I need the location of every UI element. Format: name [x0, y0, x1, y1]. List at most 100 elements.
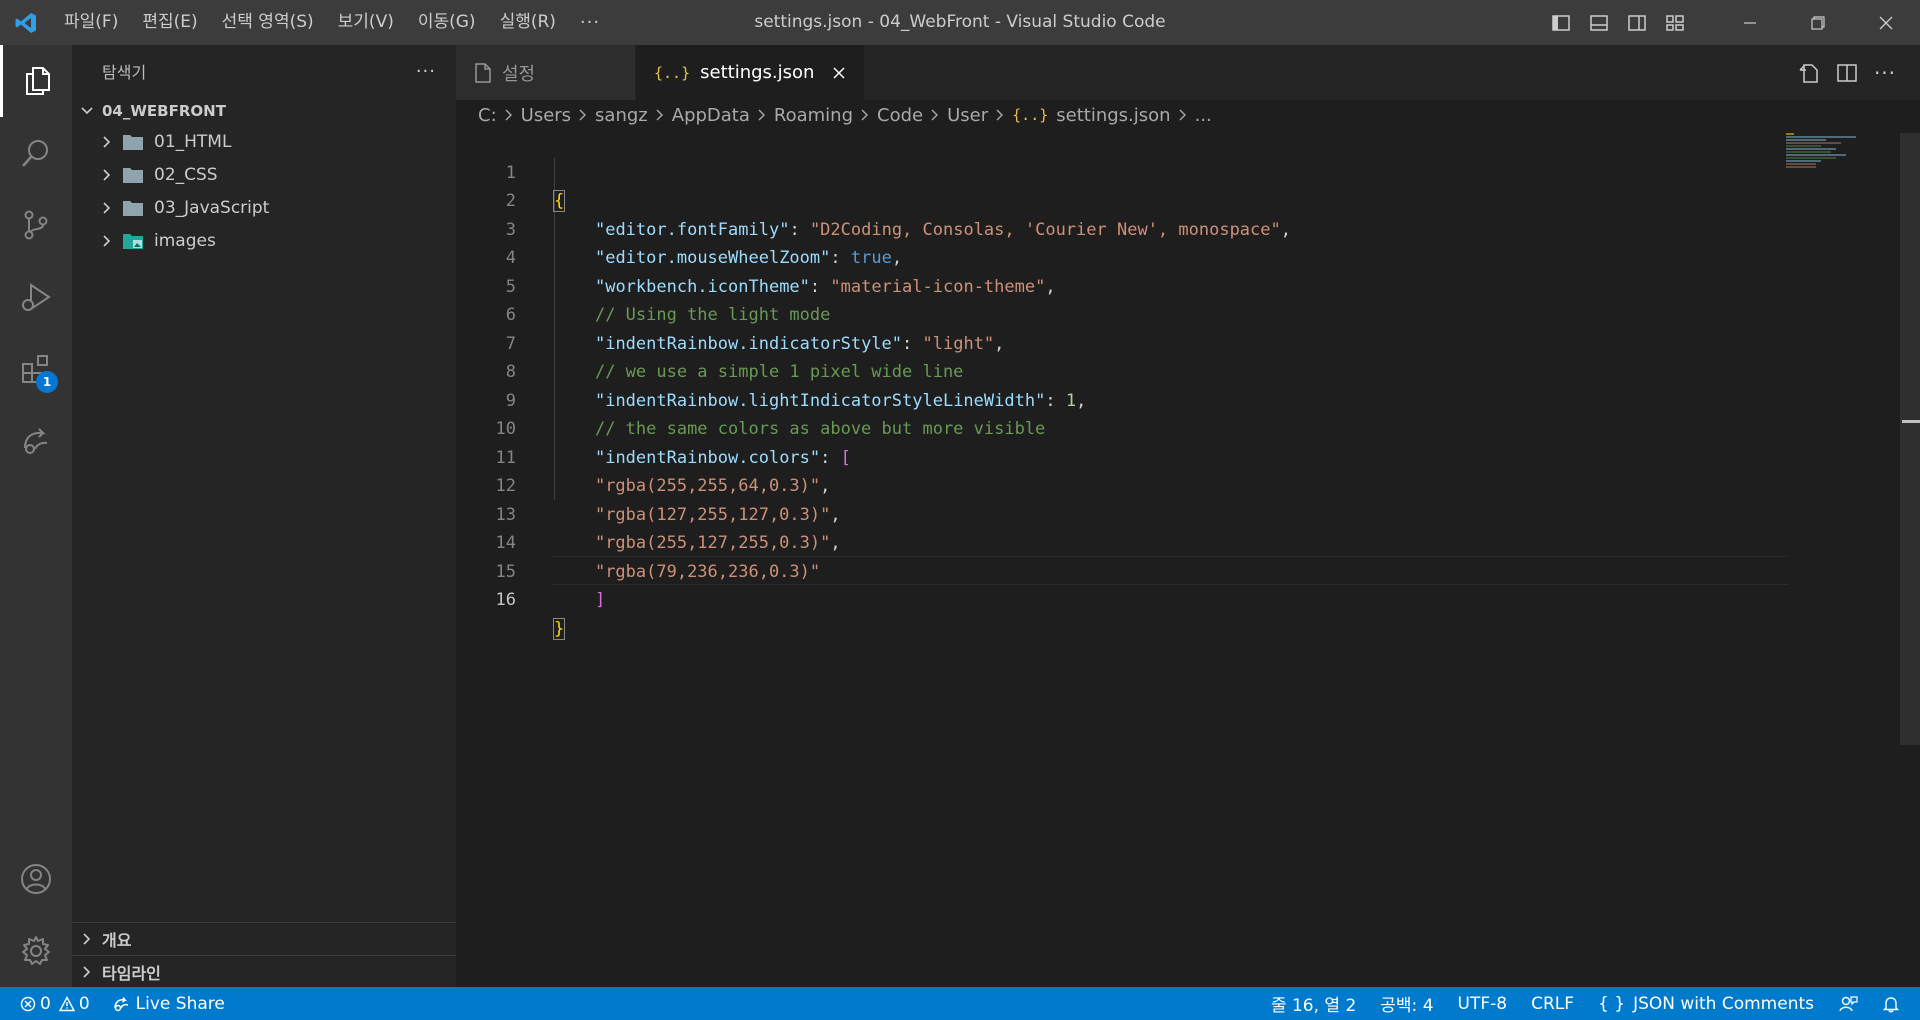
more-actions-icon[interactable]: ··· — [1866, 61, 1904, 85]
accounts-icon[interactable] — [0, 843, 72, 915]
chevron-right-icon — [994, 109, 1006, 121]
vertical-scrollbar[interactable] — [1900, 133, 1920, 745]
code-line: 4 "workbench.iconTheme": "material-icon-… — [456, 216, 1896, 297]
code-line: 10 "indentRainbow.colors": [ — [456, 387, 1896, 468]
tree-item-label: 02_CSS — [154, 164, 218, 185]
run-debug-icon[interactable] — [0, 261, 72, 333]
timeline-section[interactable]: 타임라인 — [72, 955, 456, 988]
code-line: 14 "rgba(79,236,236,0.3)" — [456, 501, 1896, 582]
line-number: 16 — [495, 590, 516, 610]
customize-layout-icon[interactable] — [1656, 0, 1694, 45]
split-editor-icon[interactable] — [1828, 62, 1866, 84]
feedback-icon[interactable] — [1838, 994, 1858, 1014]
tree-item-label: images — [154, 230, 216, 251]
workspace-root-label: 04_WEBFRONT — [102, 102, 226, 120]
menu-bar: 파일(F) 편집(E) 선택 영역(S) 보기(V) 이동(G) 실행(R) ·… — [52, 0, 612, 45]
menu-run[interactable]: 실행(R) — [488, 0, 568, 45]
tab-settings-ui[interactable]: 설정 — [456, 45, 636, 100]
code-line: 11 "rgba(255,255,64,0.3)", — [456, 415, 1896, 497]
breadcrumb-item[interactable]: User — [947, 105, 988, 126]
tree-item-label: 01_HTML — [154, 131, 232, 152]
breadcrumb-item[interactable]: ... — [1195, 105, 1212, 126]
live-share-label: Live Share — [135, 993, 225, 1014]
tab-label: settings.json — [700, 62, 815, 83]
minimap[interactable] — [1786, 133, 1876, 193]
toggle-panel-icon[interactable] — [1580, 0, 1618, 45]
chevron-right-icon — [100, 135, 122, 149]
toggle-primary-sidebar-icon[interactable] — [1542, 0, 1580, 45]
menu-go[interactable]: 이동(G) — [406, 0, 488, 45]
restore-button[interactable] — [1784, 0, 1852, 45]
search-icon[interactable] — [0, 117, 72, 189]
tree-item-01-html[interactable]: 01_HTML — [72, 125, 456, 158]
indentation[interactable]: 공백: 4 — [1380, 991, 1433, 1016]
vscode-logo-icon — [0, 0, 52, 45]
title-bar: 파일(F) 편집(E) 선택 영역(S) 보기(V) 이동(G) 실행(R) ·… — [0, 0, 1920, 45]
breadcrumb-item[interactable]: C: — [478, 105, 497, 126]
breadcrumb-item[interactable]: Roaming — [774, 105, 853, 126]
chevron-right-icon — [929, 109, 941, 121]
chevron-right-icon — [100, 201, 122, 215]
outline-label: 개요 — [102, 931, 132, 950]
breadcrumb: C: Users sangz AppData Roaming Code User… — [456, 100, 1920, 130]
json-file-icon: {..} — [1012, 106, 1049, 124]
language-label: JSON with Comments — [1633, 993, 1814, 1014]
language-mode[interactable]: { } JSON with Comments — [1598, 994, 1814, 1014]
chevron-down-icon — [80, 104, 102, 118]
breadcrumb-item[interactable]: Users — [521, 105, 571, 126]
chevron-right-icon — [859, 109, 871, 121]
menu-view[interactable]: 보기(V) — [326, 0, 406, 45]
tree-item-03-javascript[interactable]: 03_JavaScript — [72, 191, 456, 224]
error-count: 0 — [40, 993, 51, 1014]
menu-more-button[interactable]: ··· — [568, 0, 612, 45]
code-line: 2 "editor.fontFamily": "D2Coding, Consol… — [456, 159, 1896, 240]
chevron-right-icon — [80, 965, 102, 979]
code-line: 8 "indentRainbow.lightIndicatorStyleLine… — [456, 330, 1896, 411]
sidebar-more-button[interactable]: ··· — [416, 61, 436, 82]
cursor-position[interactable]: 줄 16, 열 2 — [1271, 991, 1356, 1016]
code-line: 13 "rgba(255,127,255,0.3)", — [456, 472, 1896, 554]
source-control-icon[interactable] — [0, 189, 72, 261]
tab-settings-json[interactable]: {..} settings.json — [636, 45, 866, 100]
code-line: 12 "rgba(127,255,127,0.3)", — [456, 444, 1896, 525]
toggle-secondary-sidebar-icon[interactable] — [1618, 0, 1656, 45]
tree-item-images[interactable]: images — [72, 224, 456, 257]
code-line: 5 // Using the light mode — [456, 244, 1896, 326]
close-tab-icon[interactable] — [832, 66, 846, 80]
close-window-button[interactable] — [1852, 0, 1920, 45]
open-settings-ui-icon[interactable] — [1790, 62, 1828, 84]
extensions-icon[interactable]: 1 — [0, 333, 72, 405]
code-line: 6 "indentRainbow.indicatorStyle": "light… — [456, 273, 1896, 354]
folder-icon — [122, 133, 154, 151]
breadcrumb-item[interactable]: sangz — [595, 105, 648, 126]
outline-section[interactable]: 개요 — [72, 922, 456, 955]
status-bar: 0 0 Live Share 줄 16, 열 2 공백: 4 UTF-8 CRL… — [0, 987, 1920, 1020]
problems-status[interactable]: 0 0 — [20, 994, 90, 1014]
live-share-status[interactable]: Live Share — [112, 994, 225, 1014]
chevron-right-icon — [80, 932, 102, 946]
remote-explorer-icon[interactable] — [0, 405, 72, 477]
tab-label: 설정 — [502, 63, 536, 85]
images-folder-icon — [122, 232, 154, 250]
warning-icon — [58, 995, 75, 1012]
encoding[interactable]: UTF-8 — [1458, 994, 1508, 1014]
settings-gear-icon[interactable] — [0, 915, 72, 987]
breadcrumb-file-label: settings.json — [1056, 104, 1171, 126]
breadcrumb-file[interactable]: {..} settings.json — [1012, 105, 1170, 126]
explorer-sidebar: 탐색기 ··· 04_WEBFRONT 01_HTML 02_CSS 03_Ja… — [72, 45, 456, 987]
tree-item-02-css[interactable]: 02_CSS — [72, 158, 456, 191]
menu-selection[interactable]: 선택 영역(S) — [210, 0, 326, 45]
notifications-bell-icon[interactable] — [1882, 995, 1900, 1013]
code-line: 16 } — [456, 558, 1896, 640]
breadcrumb-item[interactable]: AppData — [672, 105, 750, 126]
menu-file[interactable]: 파일(F) — [52, 0, 130, 45]
error-icon — [20, 996, 36, 1012]
workspace-root-folder[interactable]: 04_WEBFRONT — [72, 97, 456, 125]
editor-area: 설정 {..} settings.json ··· C: Users sangz… — [456, 45, 1920, 987]
menu-edit[interactable]: 편집(E) — [130, 0, 209, 45]
chevron-right-icon — [577, 109, 589, 121]
minimize-button[interactable] — [1716, 0, 1784, 45]
explorer-icon[interactable] — [0, 45, 72, 117]
breadcrumb-item[interactable]: Code — [877, 105, 923, 126]
end-of-line[interactable]: CRLF — [1531, 994, 1574, 1014]
